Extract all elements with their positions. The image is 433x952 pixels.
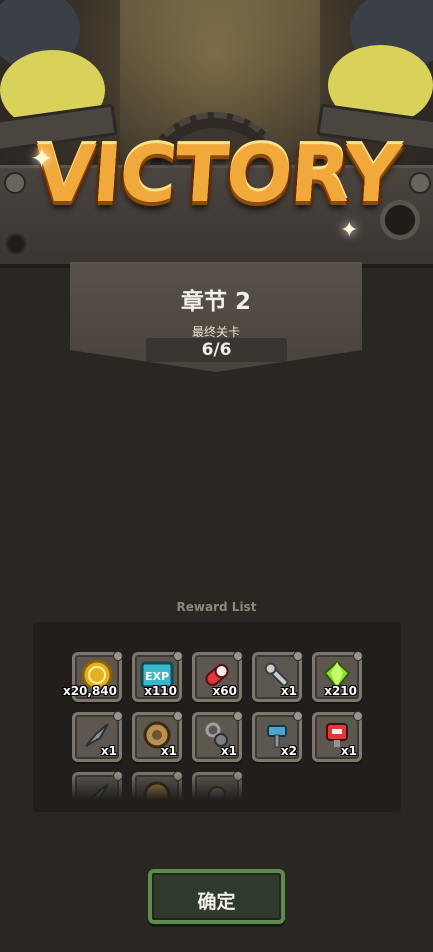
reward-count: x2 bbox=[280, 744, 297, 758]
final-stage-value: 6/6 bbox=[201, 340, 232, 360]
reward-slot[interactable]: x1 bbox=[312, 711, 363, 762]
chapter-title: 章节 2 bbox=[180, 289, 251, 315]
reward-slot[interactable]: x60 bbox=[192, 651, 243, 702]
port-left bbox=[6, 234, 26, 254]
reward-slot[interactable]: x1 bbox=[252, 651, 303, 702]
reward-slot[interactable]: x210 bbox=[312, 651, 363, 702]
reward-count: x20,840 bbox=[62, 684, 117, 698]
reward-slot[interactable]: x2 bbox=[252, 711, 303, 762]
svg-text:EXP: EXP bbox=[145, 670, 169, 683]
sparkle-icon: ✦ bbox=[340, 218, 359, 243]
sparkle-icon: ✦ bbox=[30, 142, 54, 175]
reward-list-label: Reward List bbox=[176, 600, 257, 614]
reward-count: x110 bbox=[144, 684, 177, 698]
reward-count: x1 bbox=[220, 744, 237, 758]
reward-slot[interactable]: x1 bbox=[192, 711, 243, 762]
confirm-button[interactable]: 确定 bbox=[148, 869, 285, 924]
reward-slot[interactable]: x1 bbox=[72, 711, 123, 762]
victory-title: VICTORY bbox=[31, 130, 402, 220]
reward-count: x210 bbox=[324, 684, 357, 698]
reward-count: x1 bbox=[340, 744, 357, 758]
reward-count: x1 bbox=[100, 744, 117, 758]
confirm-button-label: 确定 bbox=[197, 891, 236, 913]
reward-count: x1 bbox=[280, 684, 297, 698]
reward-list-panel[interactable]: x20,840 EXP x110 x60 x1 x210 x1 x1 x1 x2… bbox=[33, 622, 401, 812]
reward-count: x1 bbox=[160, 744, 177, 758]
reward-slot[interactable]: x20,840 bbox=[63, 651, 123, 702]
scroll-fade bbox=[33, 772, 401, 812]
reward-slot[interactable]: EXP x110 bbox=[132, 651, 183, 702]
victory-scene: VICTORY ✦ ✦ bbox=[0, 0, 433, 280]
reward-count: x60 bbox=[212, 684, 237, 698]
reward-slot[interactable]: x1 bbox=[132, 711, 183, 762]
